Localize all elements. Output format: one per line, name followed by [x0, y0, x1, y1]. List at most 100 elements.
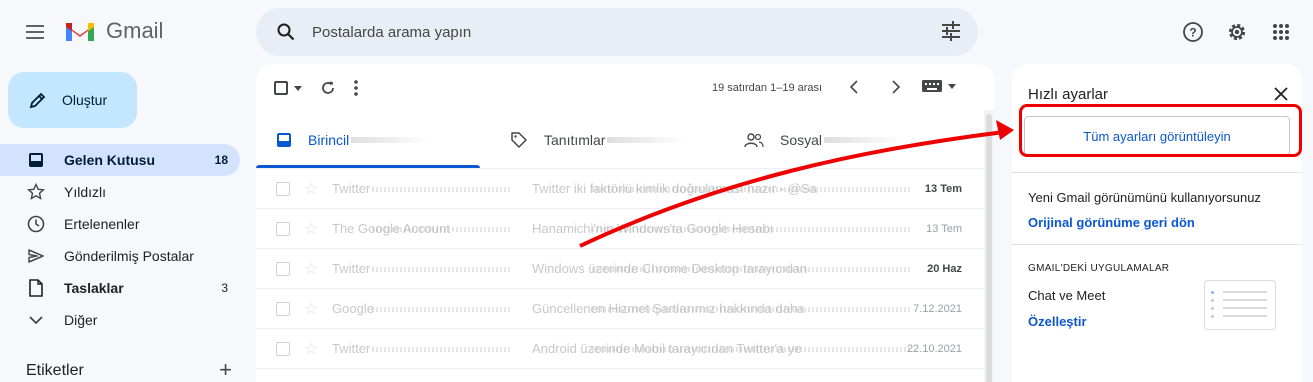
- gmail-logo[interactable]: Gmail: [64, 18, 163, 44]
- inbox-icon: [277, 133, 291, 147]
- clock-icon: [27, 215, 45, 233]
- star-icon[interactable]: ☆: [304, 219, 318, 239]
- star-icon[interactable]: ☆: [304, 179, 318, 199]
- divider: [1012, 172, 1302, 173]
- email-row[interactable]: ☆ Twitter Android üzerinde Mobil tarayıc…: [256, 329, 994, 369]
- email-date: 22.10.2021: [906, 342, 962, 355]
- email-row[interactable]: ☆ Twitter Twitter iki faktörlü kimlik do…: [256, 169, 994, 209]
- sidebar-item-label: Gelen Kutusu: [64, 152, 156, 168]
- chevron-down-icon: [29, 316, 43, 325]
- chevron-left-icon[interactable]: [846, 78, 864, 96]
- svg-text:?: ?: [1189, 26, 1196, 40]
- row-checkbox[interactable]: [276, 221, 290, 236]
- new-view-text: Yeni Gmail görünümünü kullanıyorsunuz: [1028, 190, 1261, 205]
- email-date: 20 Haz: [927, 262, 962, 275]
- email-date: 7.12.2021: [913, 302, 962, 315]
- star-icon: [27, 183, 45, 200]
- more-options-button[interactable]: [354, 80, 358, 96]
- revert-view-link[interactable]: Orijinal görünüme geri dön: [1028, 215, 1286, 230]
- chevron-right-icon[interactable]: [886, 78, 904, 96]
- select-all-checkbox[interactable]: [274, 81, 302, 95]
- compose-button[interactable]: Oluştur: [8, 72, 137, 128]
- row-checkbox[interactable]: [276, 261, 290, 276]
- star-icon[interactable]: ☆: [304, 339, 318, 359]
- pencil-icon: [29, 92, 46, 109]
- email-sender: The Google Account: [332, 221, 512, 236]
- email-date: 13 Tem: [926, 222, 962, 235]
- apps-section: GMAIL'DEKİ UYGULAMALAR Chat ve Meet Özel…: [1012, 263, 1302, 348]
- category-tabs: Birincil Tanıtımlar Sosyal: [256, 112, 994, 168]
- sidebar-item-sent[interactable]: Gönderilmiş Postalar: [0, 240, 240, 272]
- sidebar-item-more[interactable]: Diğer: [0, 304, 240, 336]
- close-icon[interactable]: [1274, 87, 1288, 101]
- email-subject: Güncellenen Hizmet Şartlarımız hakkında …: [532, 301, 912, 316]
- mail-list-scrollbar[interactable]: [984, 110, 994, 382]
- tab-label: Tanıtımlar: [544, 132, 606, 148]
- gear-icon: [1228, 23, 1246, 41]
- help-icon: ?: [1183, 22, 1203, 42]
- sidebar-item-label: Diğer: [64, 312, 98, 328]
- people-icon: [744, 133, 764, 148]
- scrollbar-thumb[interactable]: [986, 114, 992, 382]
- row-checkbox[interactable]: [276, 181, 290, 196]
- support-button[interactable]: ?: [1177, 16, 1209, 48]
- email-row[interactable]: ☆ The Google Account Hanamichi'nin Windo…: [256, 209, 994, 249]
- main-menu-button[interactable]: [20, 16, 52, 48]
- gmail-m-icon: [66, 23, 94, 41]
- divider: [1012, 244, 1302, 245]
- pagination-arrows: [846, 78, 904, 96]
- layout-preview-thumbnail: [1204, 280, 1276, 330]
- google-apps-button[interactable]: [1265, 16, 1297, 48]
- email-sender: Twitter: [332, 341, 512, 356]
- more-vert-icon: [354, 80, 358, 96]
- row-checkbox[interactable]: [276, 341, 290, 356]
- sidebar-item-drafts[interactable]: Taslaklar 3: [0, 272, 240, 304]
- email-sender: Twitter: [332, 261, 512, 276]
- labels-heading: Etiketler: [26, 362, 84, 379]
- input-tools-button[interactable]: [922, 80, 956, 92]
- settings-button[interactable]: [1221, 16, 1253, 48]
- apps-heading: GMAIL'DEKİ UYGULAMALAR: [1028, 263, 1170, 274]
- mail-toolbar: 19 satırdan 1–19 arası: [256, 64, 994, 112]
- sidebar-item-inbox[interactable]: Gelen Kutusu 18: [0, 144, 240, 176]
- keyboard-icon: [922, 80, 942, 92]
- email-list: ☆ Twitter Twitter iki faktörlü kimlik do…: [256, 168, 994, 369]
- labels-section-header: Etiketler +: [26, 359, 232, 381]
- search-icon: [277, 23, 295, 41]
- tab-primary[interactable]: Birincil: [256, 112, 490, 168]
- sidebar-item-snoozed[interactable]: Ertelenenler: [0, 208, 240, 240]
- chat-meet-setting: Chat ve Meet Özelleştir: [1028, 280, 1286, 348]
- search-input[interactable]: Postalarda arama yapın: [312, 24, 471, 41]
- apps-grid-icon: [1273, 24, 1289, 40]
- top-right-actions: ?: [1177, 16, 1297, 48]
- email-subject: Hanamichi'nin Windows'ta Google Hesabı: [532, 221, 912, 236]
- email-sender: Google: [332, 301, 512, 316]
- view-section: Yeni Gmail görünümünü kullanıyorsunuz Or…: [1012, 189, 1302, 230]
- search-button[interactable]: [262, 8, 310, 56]
- email-row[interactable]: ☆ Google Güncellenen Hizmet Şartlarımız …: [256, 289, 994, 329]
- tab-social[interactable]: Sosyal: [724, 112, 958, 168]
- search-bar[interactable]: Postalarda arama yapın: [256, 8, 978, 56]
- add-label-button[interactable]: +: [219, 359, 232, 381]
- tag-icon: [511, 132, 527, 148]
- customize-link[interactable]: Özelleştir: [1028, 314, 1087, 329]
- star-icon[interactable]: ☆: [304, 299, 318, 319]
- tab-label: Birincil: [308, 132, 350, 148]
- inbox-icon: [29, 153, 43, 167]
- search-options-button[interactable]: [940, 20, 962, 47]
- row-checkbox[interactable]: [276, 301, 290, 316]
- sidebar-item-starred[interactable]: Yıldızlı: [0, 176, 240, 208]
- tab-label: Sosyal: [780, 132, 823, 148]
- star-icon[interactable]: ☆: [304, 259, 318, 279]
- caret-down-icon: [294, 85, 302, 91]
- refresh-icon: [322, 81, 334, 94]
- draft-icon: [29, 279, 43, 297]
- refresh-button[interactable]: [320, 80, 336, 96]
- compose-label: Oluştur: [62, 92, 108, 108]
- draft-count: 3: [221, 281, 228, 295]
- unread-count: 18: [214, 153, 228, 167]
- email-row[interactable]: ☆ Twitter Windows üzerinde Chrome Deskto…: [256, 249, 994, 289]
- email-date: 13 Tem: [924, 182, 962, 195]
- chat-meet-label: Chat ve Meet: [1028, 288, 1106, 303]
- tab-promotions[interactable]: Tanıtımlar: [490, 112, 724, 168]
